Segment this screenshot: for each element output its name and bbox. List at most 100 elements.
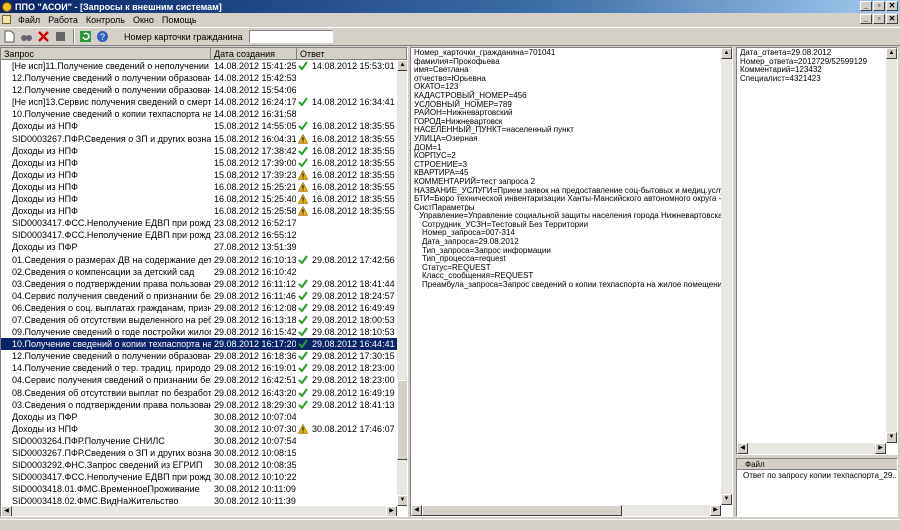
column-header-answer[interactable]: Ответ <box>297 48 407 60</box>
close-button[interactable]: ✕ <box>886 1 898 11</box>
answer-date: 29.08.2012 18:41:13 <box>312 399 395 410</box>
answer-date: 16.08.2012 18:35:55 <box>312 181 395 192</box>
answer-date: 16.08.2012 18:35:55 <box>312 145 395 156</box>
details-scroll-thumb[interactable] <box>422 505 622 516</box>
table-row[interactable]: Доходы из НПФ 16.08.2012 15:25:58 16.08.20… <box>1 205 397 217</box>
request-cell: Доходы из НПФ <box>12 181 78 192</box>
grid-vertical-scrollbar[interactable]: ▲ ▼ <box>397 60 407 506</box>
table-row[interactable]: 04.Сервис получения сведений о признании… <box>1 374 397 386</box>
menu-control[interactable]: Контроль <box>82 15 129 25</box>
table-row[interactable]: Доходы из НПФ 16.08.2012 15:25:40 16.08.20… <box>1 193 397 205</box>
table-row[interactable]: 08.Сведения об отсутствии выплат по безр… <box>1 387 397 399</box>
answer-vertical-scrollbar[interactable]: ▲ ▼ <box>886 48 897 443</box>
document-icon <box>2 15 11 24</box>
minimize-button[interactable]: _ <box>860 1 872 11</box>
table-row[interactable]: 10.Получение сведений о копии техпаспорт… <box>1 108 397 120</box>
answer-horizontal-scrollbar[interactable]: ◀ ▶ <box>737 443 886 454</box>
details-scroll-right-button[interactable]: ▶ <box>710 505 721 516</box>
table-row[interactable]: 01.Сведения о размерах ДВ на содержание … <box>1 254 397 266</box>
details-vertical-scrollbar[interactable]: ▲ ▼ <box>721 48 732 505</box>
request-cell: SID0003417.ФСС.Неполучение ЕДВП при рожд… <box>12 218 211 229</box>
help-button[interactable]: ? <box>95 29 110 44</box>
answer-date: 29.08.2012 16:49:49 <box>312 302 395 313</box>
table-row[interactable]: Доходы из НПФ 16.08.2012 15:25:21 16.08.20… <box>1 181 397 193</box>
menu-window[interactable]: Окно <box>129 15 158 25</box>
files-column-header[interactable]: Файл <box>737 459 897 470</box>
warning-icon <box>297 181 309 192</box>
answer-scroll-down-button[interactable]: ▼ <box>886 432 897 443</box>
table-row[interactable]: Доходы из ПФР 30.08.2012 10:07:04 <box>1 411 397 423</box>
table-row[interactable]: SID0003264.ПФР.Получение СНИЛС 30.08.2012… <box>1 435 397 447</box>
details-horizontal-scrollbar[interactable]: ◀ ▶ <box>411 505 721 516</box>
created-cell: 29.08.2012 16:12:08 <box>214 302 296 313</box>
stop-button[interactable] <box>53 29 68 44</box>
answer-date: 29.08.2012 18:10:53 <box>312 327 395 338</box>
table-row[interactable]: 06.Сведения о соц. выплатах гражданам, п… <box>1 302 397 314</box>
table-row[interactable]: Доходы из НПФ 15.08.2012 17:38:42 16.08.20… <box>1 145 397 157</box>
menu-work[interactable]: Работа <box>44 15 82 25</box>
created-cell: 29.08.2012 16:17:20 <box>214 339 296 350</box>
request-cell: SID0003267.ПФР.Сведения о ЗП и других во… <box>12 448 211 458</box>
table-row[interactable]: 12.Получение сведений о получении образо… <box>1 350 397 362</box>
table-row[interactable]: Доходы из ПФР 27.08.2012 13:51:39 <box>1 241 397 253</box>
table-row[interactable]: Доходы из НПФ 30.08.2012 10:07:30 30.08.20… <box>1 423 397 435</box>
details-scroll-up-button[interactable]: ▲ <box>721 48 732 59</box>
column-header-created[interactable]: Дата создания <box>211 48 297 60</box>
card-number-input[interactable] <box>248 30 333 43</box>
child-minimize-button[interactable]: _ <box>860 14 872 24</box>
scroll-left-button[interactable]: ◀ <box>1 506 12 516</box>
table-row[interactable]: 03.Сведения о подтверждении права пользо… <box>1 278 397 290</box>
table-row[interactable]: 04.Сервис получения сведений о признании… <box>1 290 397 302</box>
menu-file[interactable]: Файл <box>14 15 44 25</box>
delete-button[interactable] <box>36 29 51 44</box>
answer-scroll-up-button[interactable]: ▲ <box>886 48 897 59</box>
child-close-button[interactable]: ✕ <box>886 14 898 24</box>
new-request-button[interactable] <box>2 29 17 44</box>
table-row[interactable]: SID0003418.01.ФМС.ВременноеПроживание 30.… <box>1 483 397 495</box>
table-row[interactable]: 12.Получение сведений о получении образо… <box>1 84 397 96</box>
table-row[interactable]: 03.Сведения о подтверждении права пользо… <box>1 399 397 411</box>
table-row[interactable]: 10.Получение сведений о копии техпаспорт… <box>1 338 397 351</box>
table-row[interactable]: Доходы из НПФ 15.08.2012 17:39:23 16.08.20… <box>1 169 397 181</box>
scroll-thumb[interactable] <box>397 380 407 460</box>
answer-cell: 29.08.2012 18:23:00 <box>296 374 396 386</box>
column-header-request[interactable]: Запрос <box>1 48 211 60</box>
answer-cell: 29.08.2012 18:41:44 <box>296 278 396 290</box>
grid-horizontal-scrollbar[interactable]: ◀ ▶ <box>1 506 397 516</box>
request-cell: 04.Сервис получения сведений о признании… <box>12 290 211 301</box>
table-row[interactable]: Доходы из НПФ 15.08.2012 14:55:05 16.08.20… <box>1 120 397 132</box>
stop-icon <box>56 32 65 41</box>
scroll-right-button[interactable]: ▶ <box>386 506 397 516</box>
table-row[interactable]: 09.Получение сведений о годе постройки ж… <box>1 326 397 338</box>
table-row[interactable]: 02.Сведения о компенсации за детский сад… <box>1 266 397 278</box>
table-row[interactable]: SID0003267.ПФР.Сведения о ЗП и других во… <box>1 447 397 459</box>
refresh-icon <box>80 31 91 42</box>
table-row[interactable]: SID0003417.ФСС.Неполучение ЕДВП при рожд… <box>1 229 397 241</box>
scroll-down-button[interactable]: ▼ <box>397 495 407 506</box>
created-cell: 30.08.2012 10:07:54 <box>214 435 296 446</box>
answer-scroll-right-button[interactable]: ▶ <box>875 443 886 454</box>
table-row[interactable]: Доходы из НПФ 15.08.2012 17:39:00 16.08.20… <box>1 157 397 169</box>
details-scroll-down-button[interactable]: ▼ <box>721 494 732 505</box>
table-row[interactable]: [Не исп]13.Сервис получения сведений о с… <box>1 96 397 108</box>
table-row[interactable]: 14.Получение сведений о тер. традиц. при… <box>1 362 397 374</box>
find-button[interactable] <box>19 29 34 44</box>
refresh-button[interactable] <box>78 29 93 44</box>
child-maximize-button[interactable]: ▫ <box>873 14 885 24</box>
table-row[interactable]: SID0003292.ФНС.Запрос сведений из ЕГРИП 3… <box>1 459 397 471</box>
table-row[interactable]: [Не исп]11.Получение сведений о неполуче… <box>1 60 397 72</box>
table-row[interactable]: 07.Сведения об отсутствии выделенного на… <box>1 314 397 326</box>
table-row[interactable]: SID0003417.ФСС.Неполучение ЕДВП при рожд… <box>1 217 397 229</box>
maximize-button[interactable]: ▫ <box>873 1 885 11</box>
answer-cell: 29.08.2012 16:44:41 <box>296 338 396 350</box>
scroll-up-button[interactable]: ▲ <box>397 60 407 71</box>
table-row[interactable]: SID0003267.ПФР.Сведения о ЗП и других во… <box>1 133 397 145</box>
created-cell: 27.08.2012 13:51:39 <box>214 242 296 253</box>
table-row[interactable]: SID0003417.ФСС.Неполучение ЕДВП при рожд… <box>1 471 397 483</box>
answer-cell: 29.08.2012 18:23:00 <box>296 362 396 374</box>
details-scroll-left-button[interactable]: ◀ <box>411 505 422 516</box>
file-item[interactable]: Ответ по запросу копии техпаспорта_29...… <box>737 470 897 482</box>
answer-scroll-left-button[interactable]: ◀ <box>737 443 748 454</box>
menu-help[interactable]: Помощь <box>158 15 201 25</box>
table-row[interactable]: 12.Получение сведений о получении образо… <box>1 72 397 84</box>
